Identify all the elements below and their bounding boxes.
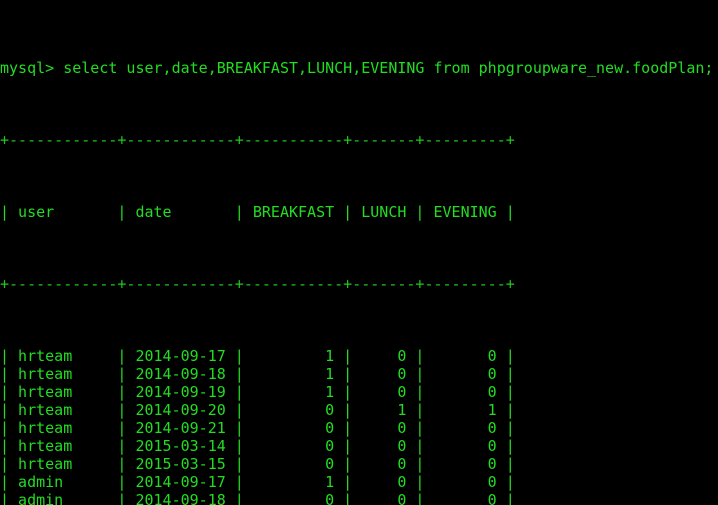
table-body: | hrteam | 2014-09-17 | 1 | 0 | 0 | | hrt… xyxy=(0,347,718,505)
table-row: | hrteam | 2014-09-18 | 1 | 0 | 0 | xyxy=(0,365,515,383)
table-row: | hrteam | 2014-09-19 | 1 | 0 | 0 | xyxy=(0,383,515,401)
terminal-screen[interactable]: mysql> select user,date,BREAKFAST,LUNCH,… xyxy=(0,0,718,505)
table-top-border: +------------+------------+-----------+-… xyxy=(0,131,515,149)
table-row: | hrteam | 2015-03-14 | 0 | 0 | 0 | xyxy=(0,437,515,455)
table-row: | hrteam | 2014-09-17 | 1 | 0 | 0 | xyxy=(0,347,515,365)
table-row: | hrteam | 2014-09-20 | 0 | 1 | 1 | xyxy=(0,401,515,419)
table-row: | admin | 2014-09-18 | 0 | 0 | 0 | xyxy=(0,491,515,505)
table-header-row: | user | date | BREAKFAST | LUNCH | EVEN… xyxy=(0,203,515,221)
table-header-border: +------------+------------+-----------+-… xyxy=(0,275,515,293)
table-row: | hrteam | 2014-09-21 | 0 | 0 | 0 | xyxy=(0,419,515,437)
prompt-line: mysql> select user,date,BREAKFAST,LUNCH,… xyxy=(0,59,714,77)
table-row: | admin | 2014-09-17 | 1 | 0 | 0 | xyxy=(0,473,515,491)
table-row: | hrteam | 2015-03-15 | 0 | 0 | 0 | xyxy=(0,455,515,473)
